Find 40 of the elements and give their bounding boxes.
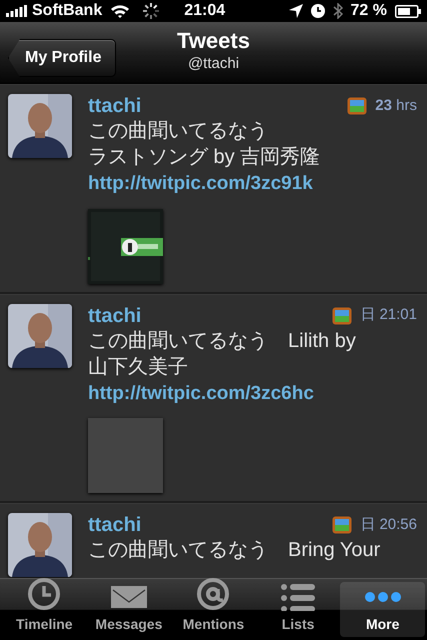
- tab[interactable]: Messages: [86, 582, 172, 637]
- nav-subtitle: @ttachi: [188, 54, 240, 74]
- tweet-text: 山下久美子: [88, 354, 189, 380]
- tweet-text: この曲聞いてるなう: [88, 119, 269, 144]
- tab[interactable]: More: [340, 582, 425, 637]
- location-arrow-icon: [288, 4, 303, 18]
- signal-icon: [6, 5, 28, 17]
- nav-title: Tweets: [177, 29, 250, 54]
- tweet-time: 日 21:01: [360, 305, 417, 326]
- tweet-text: この曲聞いてるなう Bring Your: [88, 538, 382, 563]
- clock-time: 21:04: [184, 1, 226, 21]
- list-icon: [281, 582, 316, 610]
- tab[interactable]: Lists: [256, 582, 340, 637]
- image-icon: [347, 97, 368, 115]
- image-icon: [332, 516, 352, 534]
- tweet-text: ラストソング by 吉岡秀隆: [88, 145, 322, 170]
- more-dots-icon: [362, 590, 403, 604]
- carrier-name: SoftBank: [32, 1, 102, 21]
- loading-spinner-icon: [142, 2, 160, 20]
- user-name[interactable]: ttachi: [88, 513, 142, 537]
- wifi-icon: [110, 4, 130, 18]
- alarm-clock-icon: [310, 4, 325, 18]
- battery-percentage: 72 %: [350, 1, 387, 21]
- bluetooth-icon: [332, 3, 343, 19]
- at-sign-icon: [196, 577, 230, 611]
- user-name[interactable]: ttachi: [88, 94, 142, 118]
- tweet-link[interactable]: http://twitpic.com/3zc6hc: [88, 382, 314, 404]
- clock-icon: [27, 577, 62, 611]
- battery-icon: [395, 4, 421, 18]
- back-button[interactable]: My Profile: [8, 39, 116, 77]
- envelope-icon: [110, 584, 147, 610]
- tweet-time: 23 hrs: [375, 96, 417, 116]
- tab[interactable]: Timeline: [2, 582, 87, 637]
- tweet-text: この曲聞いてるなう Lilith by: [88, 328, 357, 354]
- tweet-link[interactable]: http://twitpic.com/3zc91k: [88, 173, 313, 194]
- image-icon: [332, 306, 352, 324]
- tab[interactable]: Mentions: [171, 582, 256, 637]
- user-name[interactable]: ttachi: [88, 304, 142, 328]
- thumbnail-placeholder[interactable]: [88, 418, 163, 493]
- tweet-time: 日 20:56: [360, 514, 417, 535]
